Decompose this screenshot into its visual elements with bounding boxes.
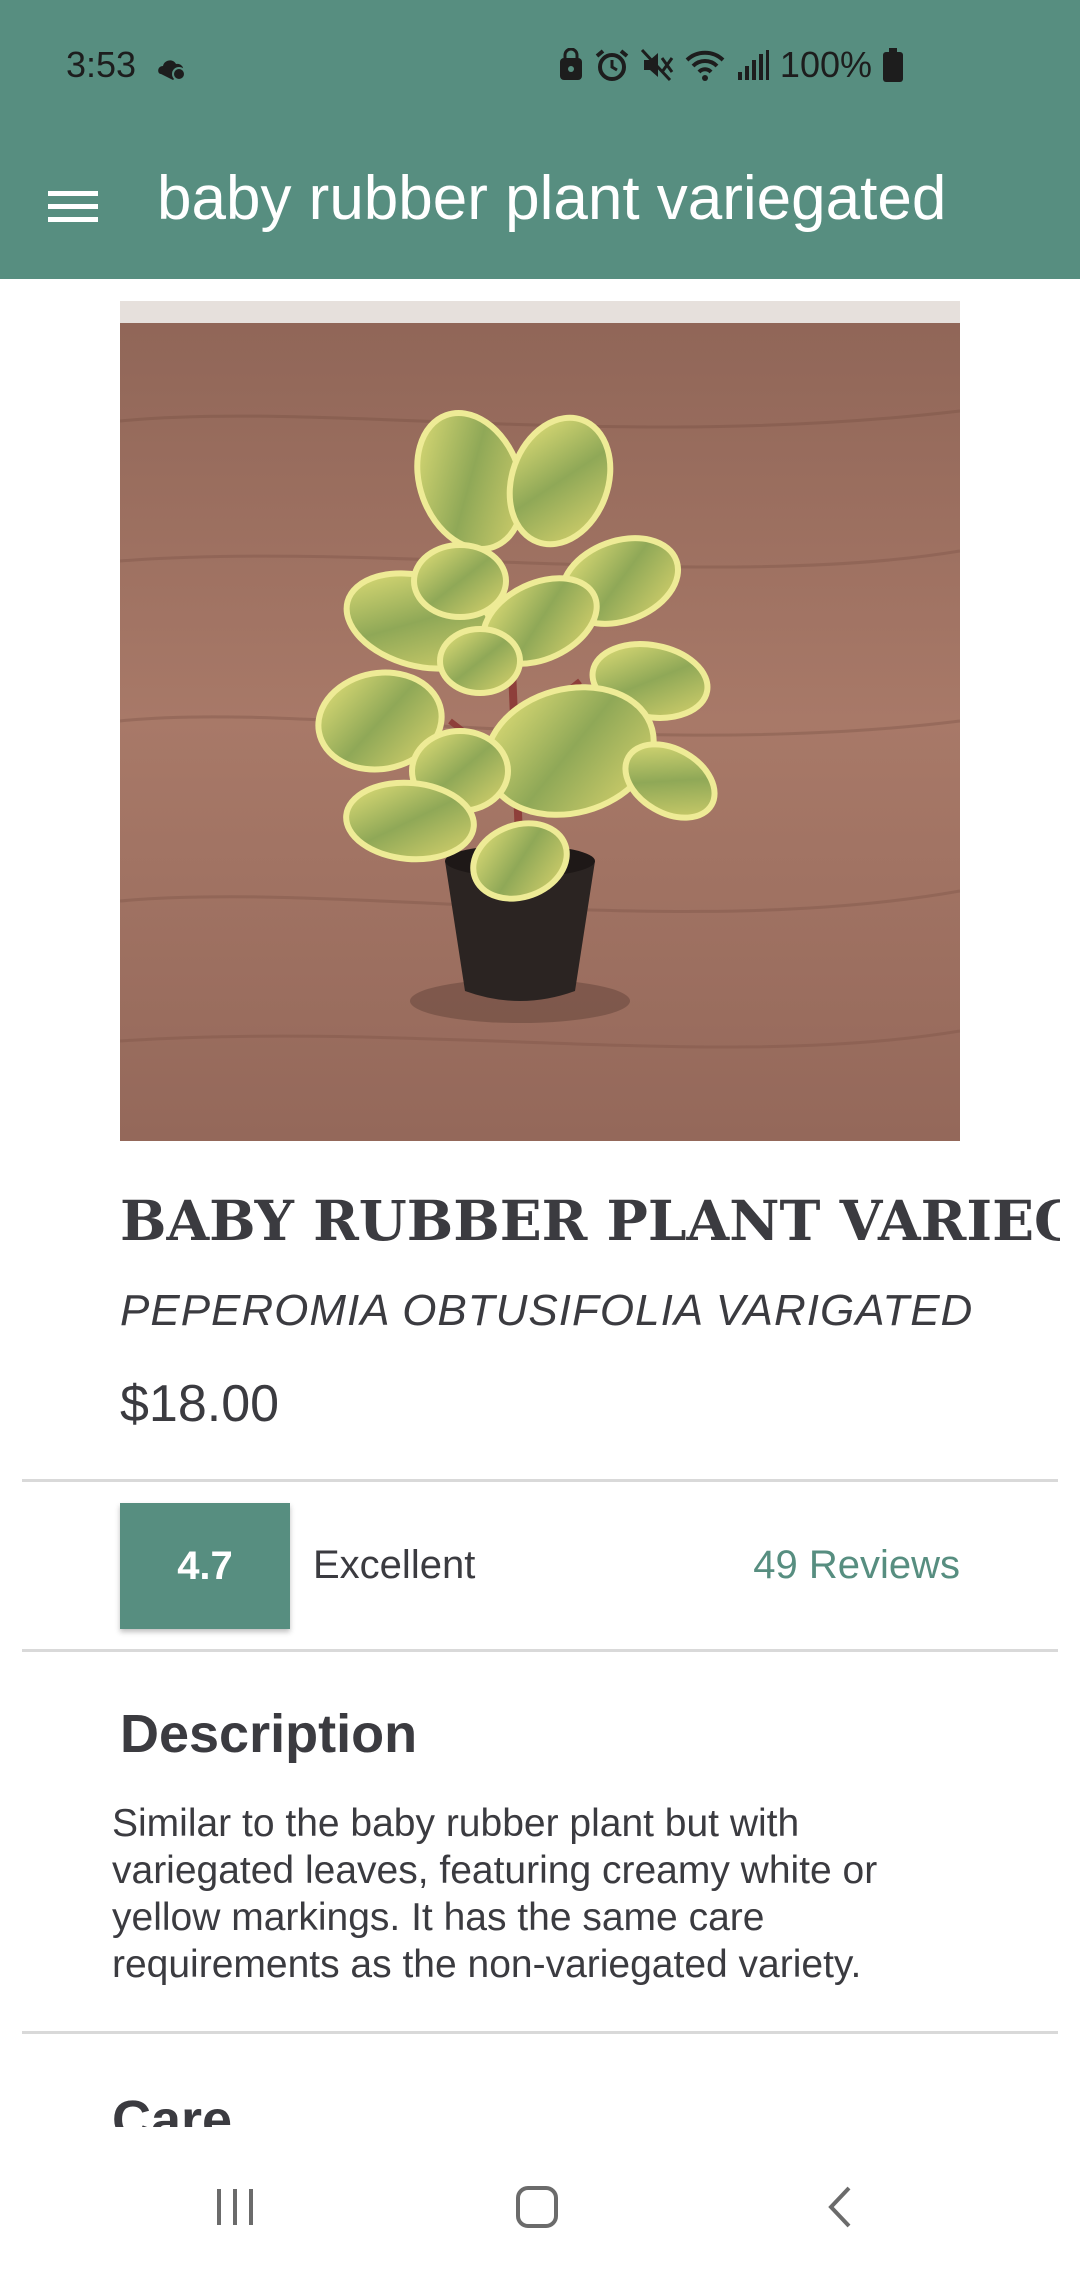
divider — [22, 1479, 1058, 1482]
plant-photo-illustration — [120, 301, 960, 1141]
toolbar: baby rubber plant variegated — [0, 135, 1080, 279]
rating-score: 4.7 — [120, 1503, 290, 1629]
page-title: baby rubber plant variegated — [157, 164, 947, 233]
divider — [22, 2031, 1058, 2034]
rating-label: Excellent — [313, 1543, 476, 1587]
status-bar: 3:53 100% — [0, 0, 1080, 135]
notification-icon — [158, 60, 186, 81]
product-detail: BABY RUBBER PLANT VARIEGATED PEPEROMIA O… — [0, 279, 1080, 2127]
product-price: $18.00 — [120, 1375, 280, 1433]
back-icon — [828, 2186, 851, 2228]
mute-icon — [640, 48, 674, 82]
lock-status-icon — [559, 48, 582, 80]
menu-icon — [48, 191, 98, 222]
scientific-name: PEPEROMIA OBTUSIFOLIA VARIGATED — [120, 1286, 974, 1335]
reviews-link[interactable]: 49 Reviews — [753, 1543, 960, 1588]
back-button[interactable] — [770, 2157, 910, 2257]
alarm-icon — [595, 49, 629, 81]
recents-icon — [217, 2189, 253, 2225]
description-heading: Description — [120, 1704, 418, 1764]
care-heading: Care — [112, 2090, 233, 2127]
status-icons: 100% — [558, 44, 904, 86]
app-bar: 3:53 100% baby rubber plant variegated — [0, 0, 1080, 279]
menu-button[interactable] — [28, 165, 118, 249]
recents-button[interactable] — [165, 2157, 305, 2257]
description-text: Similar to the baby rubber plant but wit… — [112, 1802, 878, 1986]
product-image — [120, 301, 960, 1141]
status-time: 3:53 — [66, 44, 137, 85]
battery-icon — [883, 48, 903, 82]
home-button[interactable] — [467, 2157, 607, 2257]
wifi-icon — [685, 50, 725, 81]
divider — [22, 1649, 1058, 1652]
signal-icon — [737, 50, 769, 80]
system-navigation-bar — [0, 2127, 1080, 2280]
product-name: BABY RUBBER PLANT VARIEGATED — [120, 1188, 1060, 1253]
battery-percentage: 100% — [779, 44, 872, 85]
home-icon — [516, 2186, 558, 2228]
